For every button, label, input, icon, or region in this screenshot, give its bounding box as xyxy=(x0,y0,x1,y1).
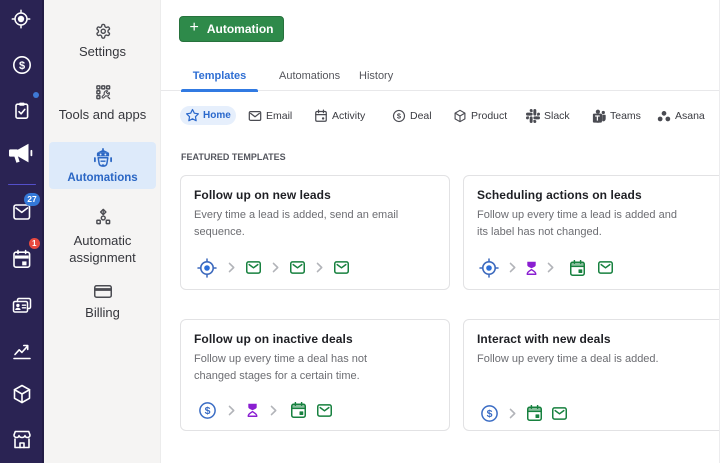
svg-text:$: $ xyxy=(397,111,402,120)
svg-text:$: $ xyxy=(19,60,25,72)
